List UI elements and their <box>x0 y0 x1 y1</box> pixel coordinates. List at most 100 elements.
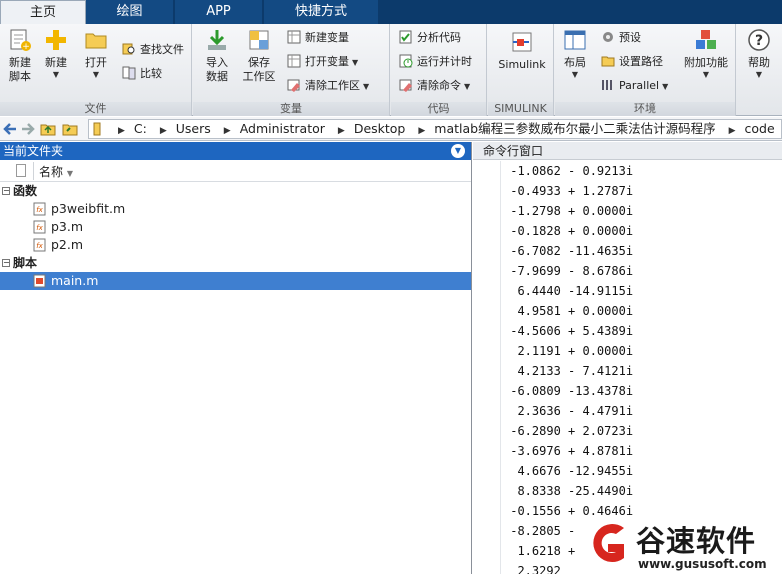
compare-button[interactable]: 比较 <box>122 64 162 84</box>
environment-group: 布局 ▼ 预设 设置路径 Parallel ▼ 附加功能 ▼ 环境 <box>555 24 736 116</box>
eraser-icon <box>399 79 412 92</box>
simulink-group: Simulink SIMULINK <box>488 24 554 116</box>
chevron-down-icon: ▼ <box>464 82 471 91</box>
file-icon <box>16 164 26 177</box>
svg-text:fx: fx <box>36 242 43 250</box>
panel-menu-icon[interactable]: ▼ <box>451 144 465 158</box>
command-output-line: -6.2890 + 2.0723i <box>503 424 634 438</box>
command-output-line: 2.3292 <box>503 564 561 574</box>
analyze-code-button[interactable]: 分析代码 <box>399 28 461 48</box>
plus-icon <box>46 30 66 50</box>
open-variable-icon <box>287 54 301 68</box>
current-path[interactable]: ▶ C: ▶ Users ▶ Administrator ▶ Desktop ▶ matl… <box>88 119 782 139</box>
command-output-line: -1.2798 + 0.0000i <box>503 204 634 218</box>
set-path-button[interactable]: 设置路径 <box>601 52 663 72</box>
code-group: 分析代码 运行并计时 清除命令 ▼ 代码 <box>391 24 487 116</box>
chevron-down-icon: ▼ <box>363 82 370 91</box>
file-item-selected[interactable]: main.m <box>0 272 471 290</box>
chevron-down-icon: ▼ <box>571 70 579 79</box>
help-group: ? 帮助 ▼ <box>737 24 782 116</box>
simulink-button[interactable]: Simulink <box>494 30 550 102</box>
file-item[interactable]: fx p2.m <box>0 236 471 254</box>
back-arrow-icon[interactable] <box>2 121 18 137</box>
command-window[interactable]: 命令行窗口 -1.0862 - 0.9213i -0.4933 + 1.2787… <box>473 142 782 574</box>
preferences-button[interactable]: 预设 <box>601 28 641 48</box>
tab-apps[interactable]: APP <box>175 0 263 24</box>
command-output-line: -0.4933 + 1.2787i <box>503 184 634 198</box>
help-button[interactable]: ? 帮助 ▼ <box>739 28 779 100</box>
command-window-output[interactable]: -1.0862 - 0.9213i -0.4933 + 1.2787i -1.2… <box>473 161 782 574</box>
parallel-icon <box>602 80 612 90</box>
command-output-line: -6.0809 -13.4378i <box>503 384 634 398</box>
variable-group: 导入 数据 保存 工作区 新建变量 打开变量 ▼ 清除工作区 ▼ 变量 <box>193 24 390 116</box>
folder-icon <box>601 56 615 67</box>
analyze-code-icon <box>399 30 412 44</box>
eraser-icon <box>287 79 300 92</box>
command-output-line: -8.2805 - <box>503 524 576 538</box>
command-output-line: -1.0862 - 0.9213i <box>503 164 634 178</box>
up-folder-icon[interactable] <box>40 121 56 137</box>
command-output-line: -0.1828 + 0.0000i <box>503 224 634 238</box>
m-file-icon: fx <box>33 202 46 216</box>
command-output-line: 1.6218 + <box>503 544 576 558</box>
run-time-icon <box>399 54 413 68</box>
svg-text:?: ? <box>755 33 763 49</box>
help-icon: ? <box>748 29 770 51</box>
tree-group-scripts[interactable]: − 脚本 <box>0 254 471 272</box>
import-data-button[interactable]: 导入 数据 <box>197 28 237 100</box>
command-output-line: -4.5606 + 5.4389i <box>503 324 634 338</box>
layout-button[interactable]: 布局 ▼ <box>555 28 595 100</box>
new-variable-button[interactable]: 新建变量 <box>287 28 349 48</box>
tree-group-functions[interactable]: − 函数 <box>0 182 471 200</box>
command-output-line: 6.4440 -14.9115i <box>503 284 634 298</box>
browse-folder-icon[interactable] <box>62 121 78 137</box>
forward-arrow-icon[interactable] <box>20 121 36 137</box>
file-item[interactable]: fx p3.m <box>0 218 471 236</box>
breadcrumb-item[interactable]: code <box>745 121 775 136</box>
parallel-button[interactable]: Parallel ▼ <box>601 76 668 96</box>
open-button[interactable]: 打开 ▼ <box>76 28 116 100</box>
new-script-button[interactable]: + 新建 脚本 <box>0 28 40 100</box>
breadcrumb-item[interactable]: Users <box>176 121 211 136</box>
new-variable-icon <box>287 30 301 44</box>
file-list-header: 名称 ▼ <box>0 160 471 182</box>
folder-icon <box>93 122 101 136</box>
clear-workspace-button[interactable]: 清除工作区 ▼ <box>287 76 369 96</box>
breadcrumb-item[interactable]: matlab编程三参数威布尔最小二乘法估计源码程序 <box>434 121 715 136</box>
tab-plots[interactable]: 绘图 <box>86 0 174 24</box>
command-output-line: 4.2133 - 7.4121i <box>503 364 634 378</box>
clear-commands-button[interactable]: 清除命令 ▼ <box>399 76 470 96</box>
collapse-icon[interactable]: − <box>2 259 10 267</box>
chevron-down-icon: ▼ <box>52 70 60 79</box>
run-and-time-button[interactable]: 运行并计时 <box>399 52 472 72</box>
file-item[interactable]: fx p3weibfit.m <box>0 200 471 218</box>
gususoft-logo-icon <box>593 524 624 562</box>
find-files-button[interactable]: 查找文件 <box>122 40 184 60</box>
column-name-header[interactable]: 名称 ▼ <box>39 163 73 180</box>
file-group: + 新建 脚本 新建 ▼ 打开 ▼ 查找文件 比较 文件 <box>0 24 192 116</box>
current-folder-title: 当前文件夹 ▼ <box>0 142 471 160</box>
collapse-icon[interactable]: − <box>2 187 10 195</box>
simulink-icon <box>512 32 532 52</box>
chevron-down-icon: ▼ <box>755 70 763 79</box>
breadcrumb-item[interactable]: Desktop <box>354 121 406 136</box>
command-output-line: 4.6676 -12.9455i <box>503 464 634 478</box>
address-bar: ▶ C: ▶ Users ▶ Administrator ▶ Desktop ▶ matl… <box>0 117 782 141</box>
tab-shortcuts[interactable]: 快捷方式 <box>264 0 379 24</box>
find-files-icon <box>122 43 135 55</box>
tab-home[interactable]: 主页 <box>0 0 86 25</box>
layout-icon <box>564 30 586 50</box>
sort-arrow-icon: ▼ <box>66 169 73 178</box>
open-variable-button[interactable]: 打开变量 ▼ <box>287 52 358 72</box>
breadcrumb-item[interactable]: C: <box>134 121 147 136</box>
site-watermark: 谷速软件 www.gususoft.com <box>582 516 782 574</box>
addons-button[interactable]: 附加功能 ▼ <box>683 28 729 100</box>
new-button[interactable]: 新建 ▼ <box>36 28 76 100</box>
command-output-line: 8.8338 -25.4490i <box>503 484 634 498</box>
compare-icon <box>122 66 136 80</box>
command-window-title: 命令行窗口 <box>473 142 782 160</box>
save-workspace-button[interactable]: 保存 工作区 <box>239 28 279 100</box>
breadcrumb-item[interactable]: Administrator <box>240 121 325 136</box>
ribbon-toolbar: + 新建 脚本 新建 ▼ 打开 ▼ 查找文件 比较 文件 导入 数据 保存 工作… <box>0 24 782 116</box>
import-data-icon <box>208 30 226 50</box>
